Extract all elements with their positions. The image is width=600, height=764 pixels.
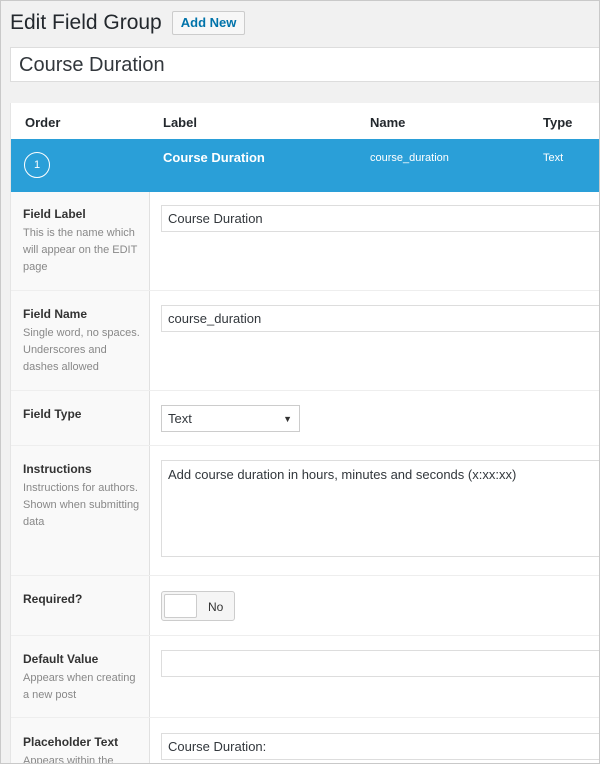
required-toggle[interactable]: No	[161, 591, 235, 621]
field-label-label: Field Label	[23, 207, 86, 221]
dropdown-caret-icon: ▼	[283, 414, 292, 424]
row-divider	[11, 717, 599, 718]
required-label: Required?	[23, 592, 83, 606]
field-name-label: Field Name	[23, 307, 88, 321]
row-divider	[11, 575, 599, 576]
field-row-name: course_duration	[370, 152, 449, 164]
column-header-label: Label	[163, 115, 197, 130]
fields-table-header: Order Label Name Type	[11, 103, 599, 140]
fields-panel: Order Label Name Type 1 Course Duration …	[10, 103, 599, 764]
default-value-input[interactable]	[161, 650, 599, 677]
placeholder-text-description: Appears within the	[23, 755, 114, 764]
default-value-description: Appears when creating a new post	[23, 672, 136, 701]
placeholder-text-input[interactable]: Course Duration:	[161, 733, 599, 760]
field-group-title-input[interactable]: Course Duration	[10, 47, 599, 82]
edit-field-group-screen: Edit Field Group Add New Course Duration…	[0, 0, 600, 764]
instructions-textarea[interactable]: Add course duration in hours, minutes an…	[161, 460, 599, 557]
column-header-type: Type	[543, 115, 573, 130]
field-row-type: Text	[543, 152, 564, 164]
instructions-label: Instructions	[23, 462, 92, 476]
row-divider	[11, 290, 599, 291]
row-divider	[11, 390, 599, 391]
column-header-order: Order	[25, 115, 61, 130]
row-divider	[11, 445, 599, 446]
page-header: Edit Field Group Add New	[10, 9, 246, 37]
field-row-active[interactable]: 1 Course Duration course_duration Text	[11, 139, 599, 192]
field-name-description: Single word, no spaces. Underscores and …	[23, 327, 140, 373]
field-type-select[interactable]: Text ▼	[161, 405, 300, 432]
page-title: Edit Field Group	[10, 11, 162, 34]
field-label-description: This is the name which will appear on th…	[23, 227, 138, 273]
field-name-input[interactable]: course_duration	[161, 305, 599, 332]
placeholder-text-label: Placeholder Text	[23, 735, 119, 749]
field-label-input[interactable]: Course Duration	[161, 205, 599, 232]
field-order-badge: 1	[24, 152, 50, 178]
field-type-label: Field Type	[23, 407, 82, 421]
required-toggle-text: No	[208, 600, 224, 614]
default-value-label: Default Value	[23, 652, 99, 666]
field-row-label[interactable]: Course Duration	[163, 150, 265, 165]
add-new-button[interactable]: Add New	[171, 11, 246, 35]
instructions-description: Instructions for authors. Shown when sub…	[23, 482, 140, 528]
column-header-name: Name	[370, 115, 406, 130]
field-type-selected-value: Text	[168, 411, 192, 426]
toggle-knob	[164, 594, 197, 618]
row-divider	[11, 635, 599, 636]
